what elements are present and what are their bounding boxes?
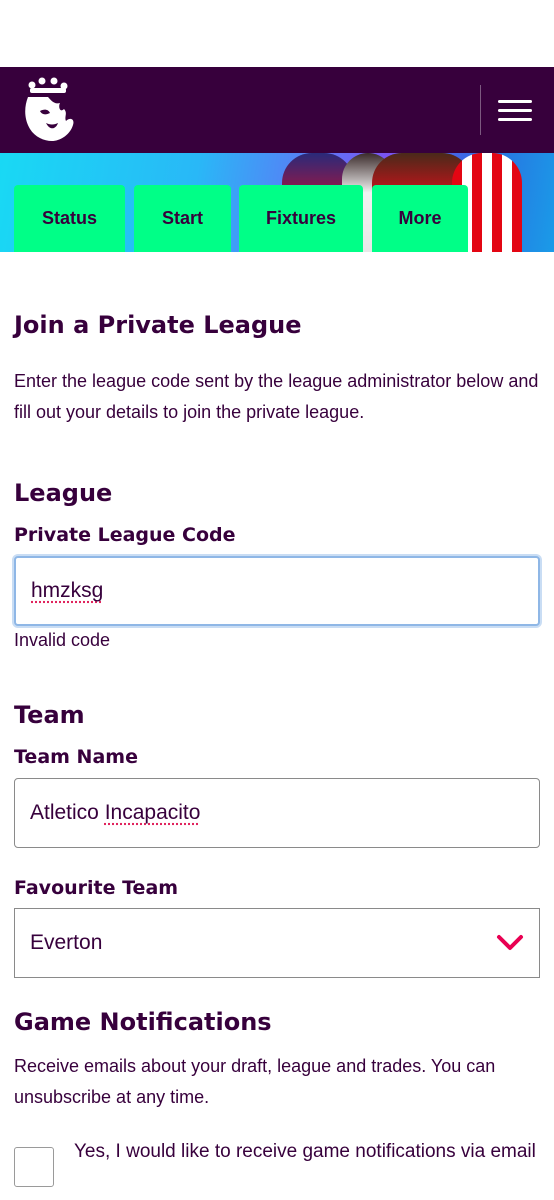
notifications-description: Receive emails about your draft, league … <box>14 1056 496 1107</box>
notifications-heading: Game Notifications <box>14 1008 272 1036</box>
hamburger-menu-icon[interactable] <box>498 97 536 123</box>
tab-more[interactable]: More <box>372 185 468 252</box>
chevron-down-icon <box>497 935 523 950</box>
intro-text: Enter the league code sent by the league… <box>14 371 539 422</box>
league-code-input[interactable]: hmzksg <box>14 556 540 626</box>
notifications-checkbox[interactable] <box>14 1147 54 1187</box>
favourite-team-value: Everton <box>30 931 103 954</box>
tab-fixtures[interactable]: Fixtures <box>239 185 363 252</box>
header-divider <box>480 85 481 135</box>
notifications-checkbox-label[interactable]: Yes, I would like to receive game notifi… <box>74 1136 544 1167</box>
team-name-label: Team Name <box>14 746 138 768</box>
favourite-team-label: Favourite Team <box>14 877 179 899</box>
team-name-second-word: Incapacito <box>104 801 201 824</box>
tab-status[interactable]: Status <box>14 185 125 252</box>
tab-start[interactable]: Start <box>134 185 231 252</box>
team-name-first-word: Atletico <box>30 801 99 824</box>
status-bar-area <box>0 0 554 67</box>
premier-league-lion-icon[interactable] <box>20 77 78 143</box>
league-code-label: Private League Code <box>14 524 236 546</box>
site-header <box>0 67 554 153</box>
league-code-error: Invalid code <box>14 630 111 650</box>
hero-banner: Status Start Fixtures More <box>0 153 554 252</box>
league-code-value: hmzksg <box>31 579 104 602</box>
league-heading: League <box>14 479 113 507</box>
team-name-value: Atletico Incapacito <box>30 801 200 825</box>
team-name-input[interactable]: Atletico Incapacito <box>14 778 540 848</box>
page-title: Join a Private League <box>14 311 302 339</box>
favourite-team-select[interactable]: Everton <box>14 908 540 978</box>
join-league-form: Join a Private League Enter the league c… <box>0 310 554 428</box>
team-heading: Team <box>14 701 85 729</box>
